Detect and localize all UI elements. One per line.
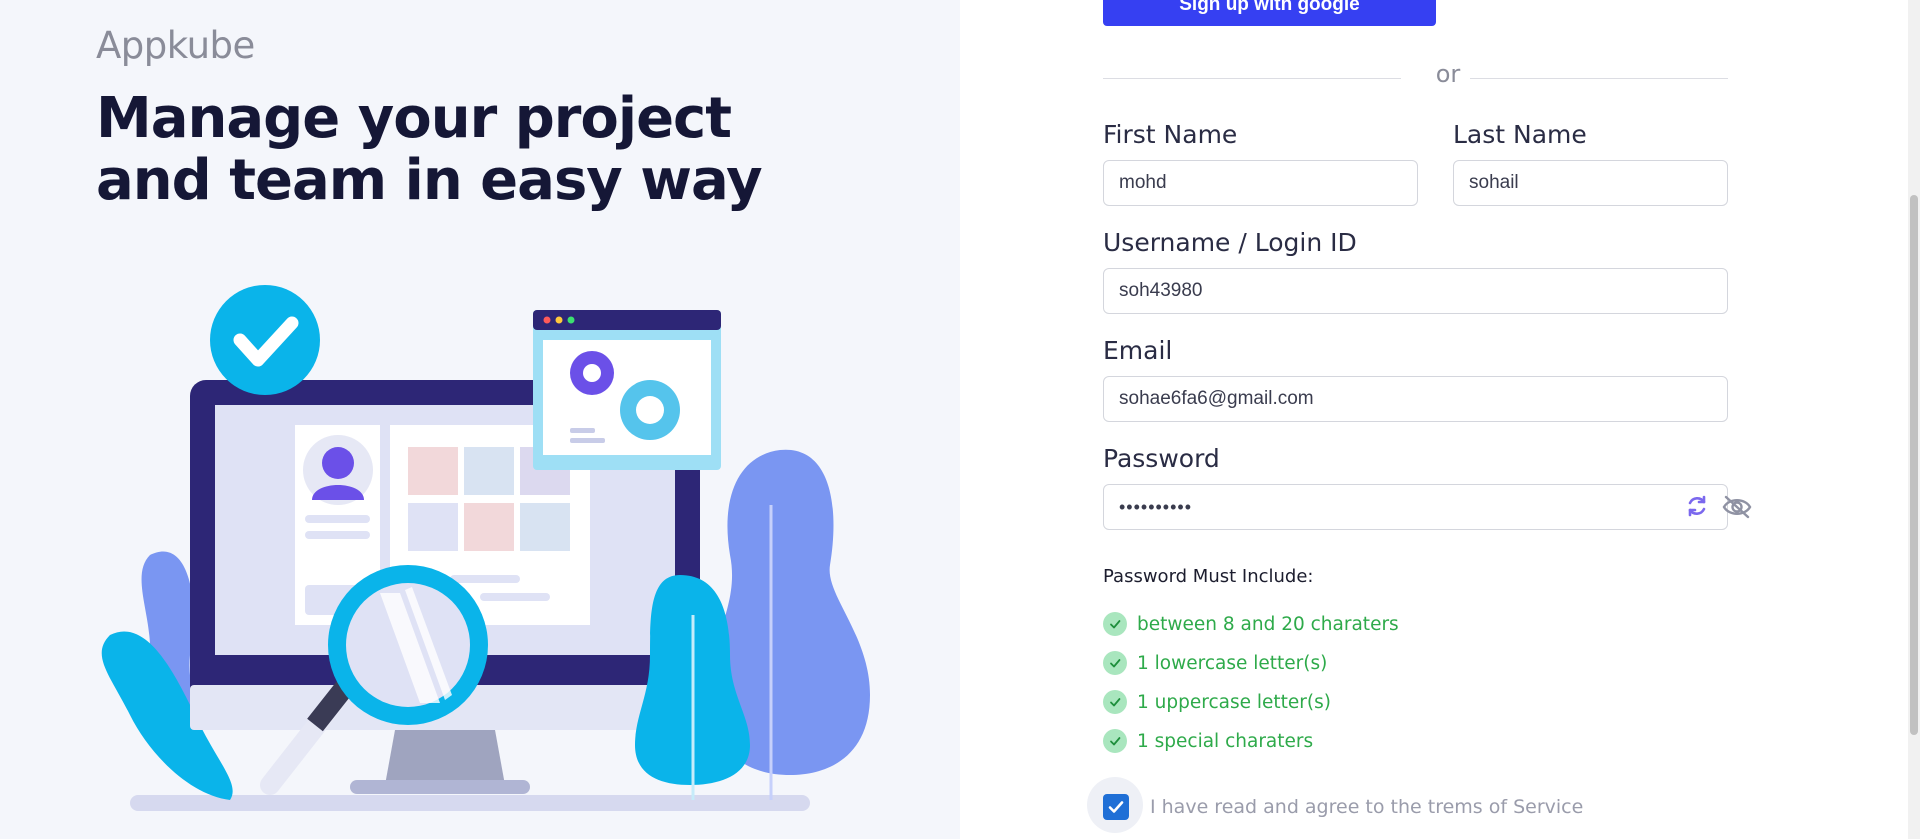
scrollbar-thumb[interactable]	[1910, 195, 1918, 735]
hero-panel: Appkube Manage your project and team in …	[0, 0, 960, 839]
eye-off-icon[interactable]	[1722, 494, 1752, 520]
password-rule-text: between 8 and 20 charaters	[1137, 613, 1399, 635]
hero-illustration	[101, 285, 870, 811]
check-icon	[1108, 801, 1124, 813]
google-signup-button[interactable]: Sign up with google	[1103, 0, 1436, 26]
first-name-input[interactable]: mohd	[1103, 160, 1418, 206]
email-input[interactable]: sohae6fa6@gmail.com	[1103, 376, 1728, 422]
check-icon	[1103, 729, 1127, 753]
username-label: Username / Login ID	[1103, 228, 1357, 257]
password-input[interactable]: ••••••••••	[1103, 484, 1728, 530]
divider-right	[1470, 78, 1728, 79]
page-scrollbar[interactable]	[1908, 0, 1920, 839]
username-input[interactable]: soh43980	[1103, 268, 1728, 314]
password-rule-text: 1 uppercase letter(s)	[1137, 691, 1331, 713]
agree-checkbox[interactable]	[1103, 794, 1129, 820]
last-name-label: Last Name	[1453, 120, 1587, 149]
password-rule-item: 1 special charaters	[1103, 728, 1313, 754]
divider-or: or	[1435, 60, 1461, 88]
refresh-icon[interactable]	[1685, 494, 1709, 518]
password-rules-title: Password Must Include:	[1103, 566, 1314, 587]
first-name-label: First Name	[1103, 120, 1238, 149]
email-label: Email	[1103, 336, 1173, 365]
hero-headline: Manage your project and team in easy way	[96, 86, 763, 213]
password-rule-item: 1 uppercase letter(s)	[1103, 689, 1331, 715]
last-name-input[interactable]: sohail	[1453, 160, 1728, 206]
password-rule-text: 1 lowercase letter(s)	[1137, 652, 1328, 674]
password-rule-text: 1 special charaters	[1137, 730, 1314, 752]
agree-terms-label: I have read and agree to the trems of Se…	[1150, 796, 1584, 818]
check-icon	[1103, 651, 1127, 675]
divider-left	[1103, 78, 1401, 79]
password-rule-item: between 8 and 20 charaters	[1103, 611, 1399, 637]
check-icon	[1103, 612, 1127, 636]
signup-panel: Sign up with google or First Name mohd L…	[960, 0, 1920, 839]
brand-logo: Appkube	[96, 24, 255, 67]
check-icon	[1103, 690, 1127, 714]
password-rule-item: 1 lowercase letter(s)	[1103, 650, 1327, 676]
password-label: Password	[1103, 444, 1220, 473]
